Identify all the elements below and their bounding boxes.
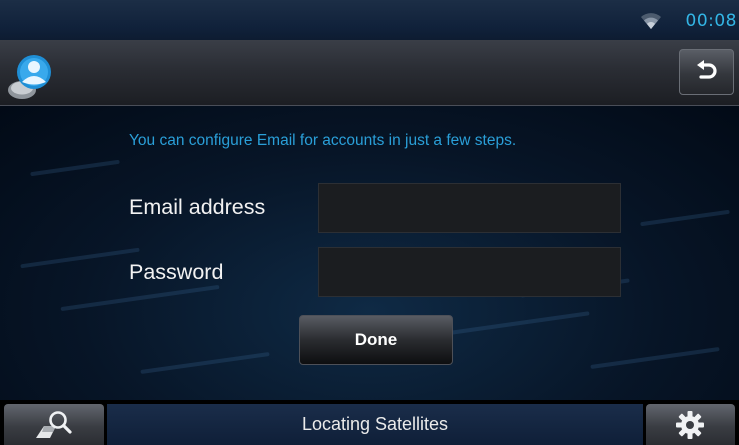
settings-button[interactable]	[646, 404, 735, 445]
done-button[interactable]: Done	[299, 315, 453, 365]
background-streak	[590, 346, 720, 370]
background-streak	[640, 209, 730, 227]
background-streak	[140, 351, 270, 375]
background-streak	[450, 311, 590, 335]
back-arrow-icon	[697, 60, 717, 79]
done-button-label: Done	[354, 330, 398, 349]
map-search-icon	[36, 411, 72, 438]
email-setup-form: You can configure Email for accounts in …	[0, 106, 739, 400]
background-streak	[60, 284, 220, 312]
background-streak	[30, 159, 120, 177]
status-bar: 00:08	[0, 0, 739, 40]
navigation-status-bar: Locating Satellites	[107, 404, 643, 445]
gear-icon	[676, 411, 704, 439]
password-input[interactable]	[318, 247, 621, 297]
wifi-icon	[641, 13, 661, 29]
email-address-input[interactable]	[318, 183, 621, 233]
navigation-status-text: Locating Satellites	[301, 414, 449, 434]
password-label: Password	[129, 260, 224, 284]
map-search-button[interactable]	[4, 404, 104, 445]
clock: 00:08	[685, 11, 737, 31]
background-streak	[20, 247, 140, 269]
email-account-icon	[8, 55, 51, 99]
email-setup-screen: 00:08 You can configure Email for accoun…	[0, 0, 739, 445]
back-button[interactable]	[679, 49, 734, 95]
email-address-label: Email address	[129, 195, 266, 219]
title-bar	[0, 40, 739, 106]
intro-text: You can configure Email for accounts in …	[129, 132, 517, 149]
